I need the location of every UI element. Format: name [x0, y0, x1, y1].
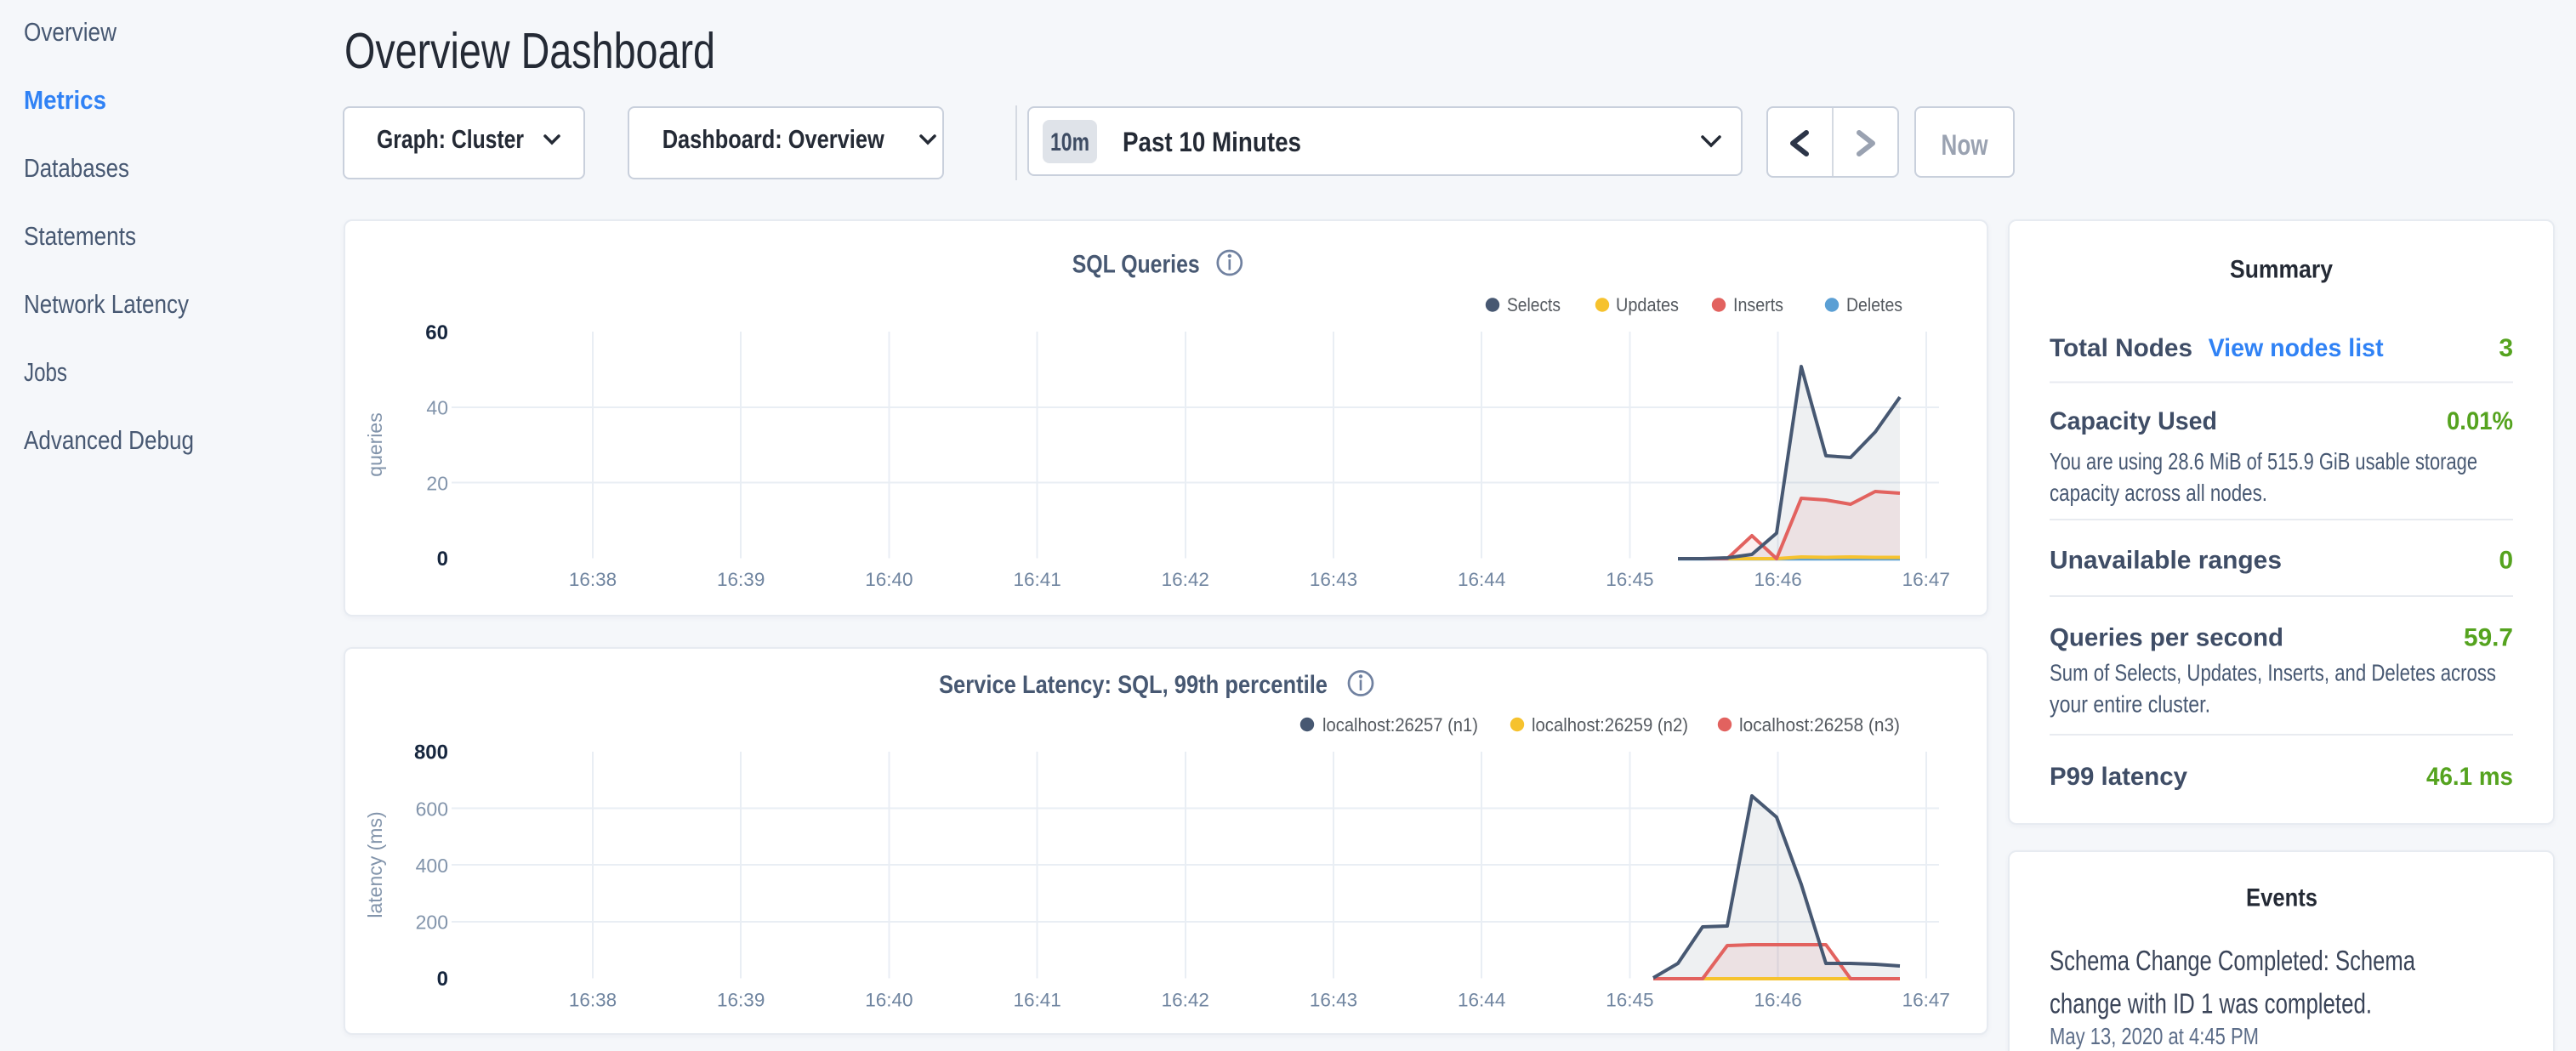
svg-text:400: 400	[416, 855, 448, 877]
svg-text:16:46: 16:46	[1754, 990, 1801, 1011]
svg-text:0: 0	[437, 968, 448, 991]
svg-text:0.01%: 0.01%	[2447, 407, 2513, 435]
svg-text:16:45: 16:45	[1606, 990, 1653, 1011]
svg-text:Schema Change Completed: Schem: Schema Change Completed: Schema	[2050, 945, 2415, 976]
svg-text:3: 3	[2499, 334, 2513, 362]
svg-text:0: 0	[437, 548, 448, 571]
svg-text:Deletes: Deletes	[1846, 294, 1902, 315]
svg-text:16:43: 16:43	[1310, 990, 1357, 1011]
svg-text:16:45: 16:45	[1606, 569, 1653, 590]
svg-text:SQL Queries: SQL Queries	[1072, 250, 1200, 278]
svg-text:Total Nodes: Total Nodes	[2050, 334, 2192, 362]
svg-text:Overview Dashboard: Overview Dashboard	[344, 23, 715, 79]
svg-text:60: 60	[425, 321, 448, 344]
svg-text:16:38: 16:38	[569, 569, 617, 590]
svg-text:You are using 28.6 MiB of 515.: You are using 28.6 MiB of 515.9 GiB usab…	[2050, 448, 2477, 474]
svg-text:20: 20	[426, 472, 448, 494]
svg-text:Capacity Used: Capacity Used	[2050, 407, 2217, 435]
svg-text:10m: 10m	[1050, 128, 1089, 156]
svg-text:16:38: 16:38	[569, 990, 617, 1011]
svg-text:59.7: 59.7	[2464, 624, 2513, 652]
svg-text:capacity across all nodes.: capacity across all nodes.	[2050, 480, 2267, 506]
svg-text:46.1 ms: 46.1 ms	[2426, 763, 2513, 791]
svg-text:Metrics: Metrics	[24, 85, 106, 115]
svg-text:16:39: 16:39	[717, 990, 765, 1011]
svg-text:Summary: Summary	[2230, 255, 2333, 283]
svg-text:your entire cluster.: your entire cluster.	[2050, 691, 2210, 718]
svg-text:localhost:26258 (n3): localhost:26258 (n3)	[1739, 714, 1900, 736]
svg-text:Network Latency: Network Latency	[24, 289, 189, 319]
svg-text:16:41: 16:41	[1013, 990, 1061, 1011]
svg-text:P99 latency: P99 latency	[2050, 763, 2187, 791]
svg-text:Queries per second: Queries per second	[2050, 624, 2283, 652]
svg-text:16:40: 16:40	[865, 990, 913, 1011]
svg-text:Jobs: Jobs	[24, 357, 67, 387]
svg-text:16:43: 16:43	[1310, 569, 1357, 590]
svg-text:Selects: Selects	[1507, 294, 1561, 315]
svg-text:Past 10 Minutes: Past 10 Minutes	[1123, 127, 1301, 157]
svg-text:40: 40	[426, 397, 448, 419]
svg-text:16:39: 16:39	[717, 569, 765, 590]
svg-text:Dashboard: Overview: Dashboard: Overview	[662, 124, 885, 154]
svg-text:May 13, 2020 at 4:45 PM: May 13, 2020 at 4:45 PM	[2050, 1023, 2259, 1049]
svg-text:Advanced Debug: Advanced Debug	[24, 425, 194, 455]
svg-text:Statements: Statements	[24, 221, 136, 251]
svg-text:16:47: 16:47	[1902, 569, 1950, 590]
svg-text:16:44: 16:44	[1458, 990, 1505, 1011]
svg-text:Sum of Selects, Updates, Inser: Sum of Selects, Updates, Inserts, and De…	[2050, 659, 2496, 685]
svg-text:Service Latency: SQL, 99th per: Service Latency: SQL, 99th percentile	[939, 671, 1328, 699]
svg-text:localhost:26257 (n1): localhost:26257 (n1)	[1322, 714, 1478, 736]
svg-text:View nodes list: View nodes list	[2209, 334, 2384, 362]
svg-text:16:41: 16:41	[1013, 569, 1061, 590]
svg-text:queries: queries	[364, 412, 386, 476]
svg-text:latency (ms): latency (ms)	[364, 811, 386, 917]
svg-text:Databases: Databases	[24, 153, 129, 183]
svg-text:Events: Events	[2246, 883, 2317, 912]
svg-text:change with ID 1 was completed: change with ID 1 was completed.	[2050, 987, 2372, 1019]
svg-text:16:42: 16:42	[1162, 569, 1209, 590]
svg-text:Inserts: Inserts	[1733, 294, 1783, 315]
svg-text:16:46: 16:46	[1754, 569, 1801, 590]
svg-text:Overview: Overview	[24, 17, 117, 47]
svg-text:16:47: 16:47	[1902, 990, 1950, 1011]
svg-text:16:42: 16:42	[1162, 990, 1209, 1011]
svg-text:0: 0	[2499, 547, 2513, 575]
svg-text:16:44: 16:44	[1458, 569, 1505, 590]
svg-text:800: 800	[414, 741, 448, 764]
svg-text:Unavailable ranges: Unavailable ranges	[2050, 547, 2282, 575]
svg-text:localhost:26259 (n2): localhost:26259 (n2)	[1532, 714, 1688, 736]
svg-text:Now: Now	[1942, 129, 1988, 162]
svg-text:Updates: Updates	[1616, 294, 1679, 315]
svg-text:16:40: 16:40	[865, 569, 913, 590]
svg-text:600: 600	[416, 798, 448, 820]
svg-text:Graph: Cluster: Graph: Cluster	[377, 124, 524, 154]
svg-text:200: 200	[416, 912, 448, 934]
